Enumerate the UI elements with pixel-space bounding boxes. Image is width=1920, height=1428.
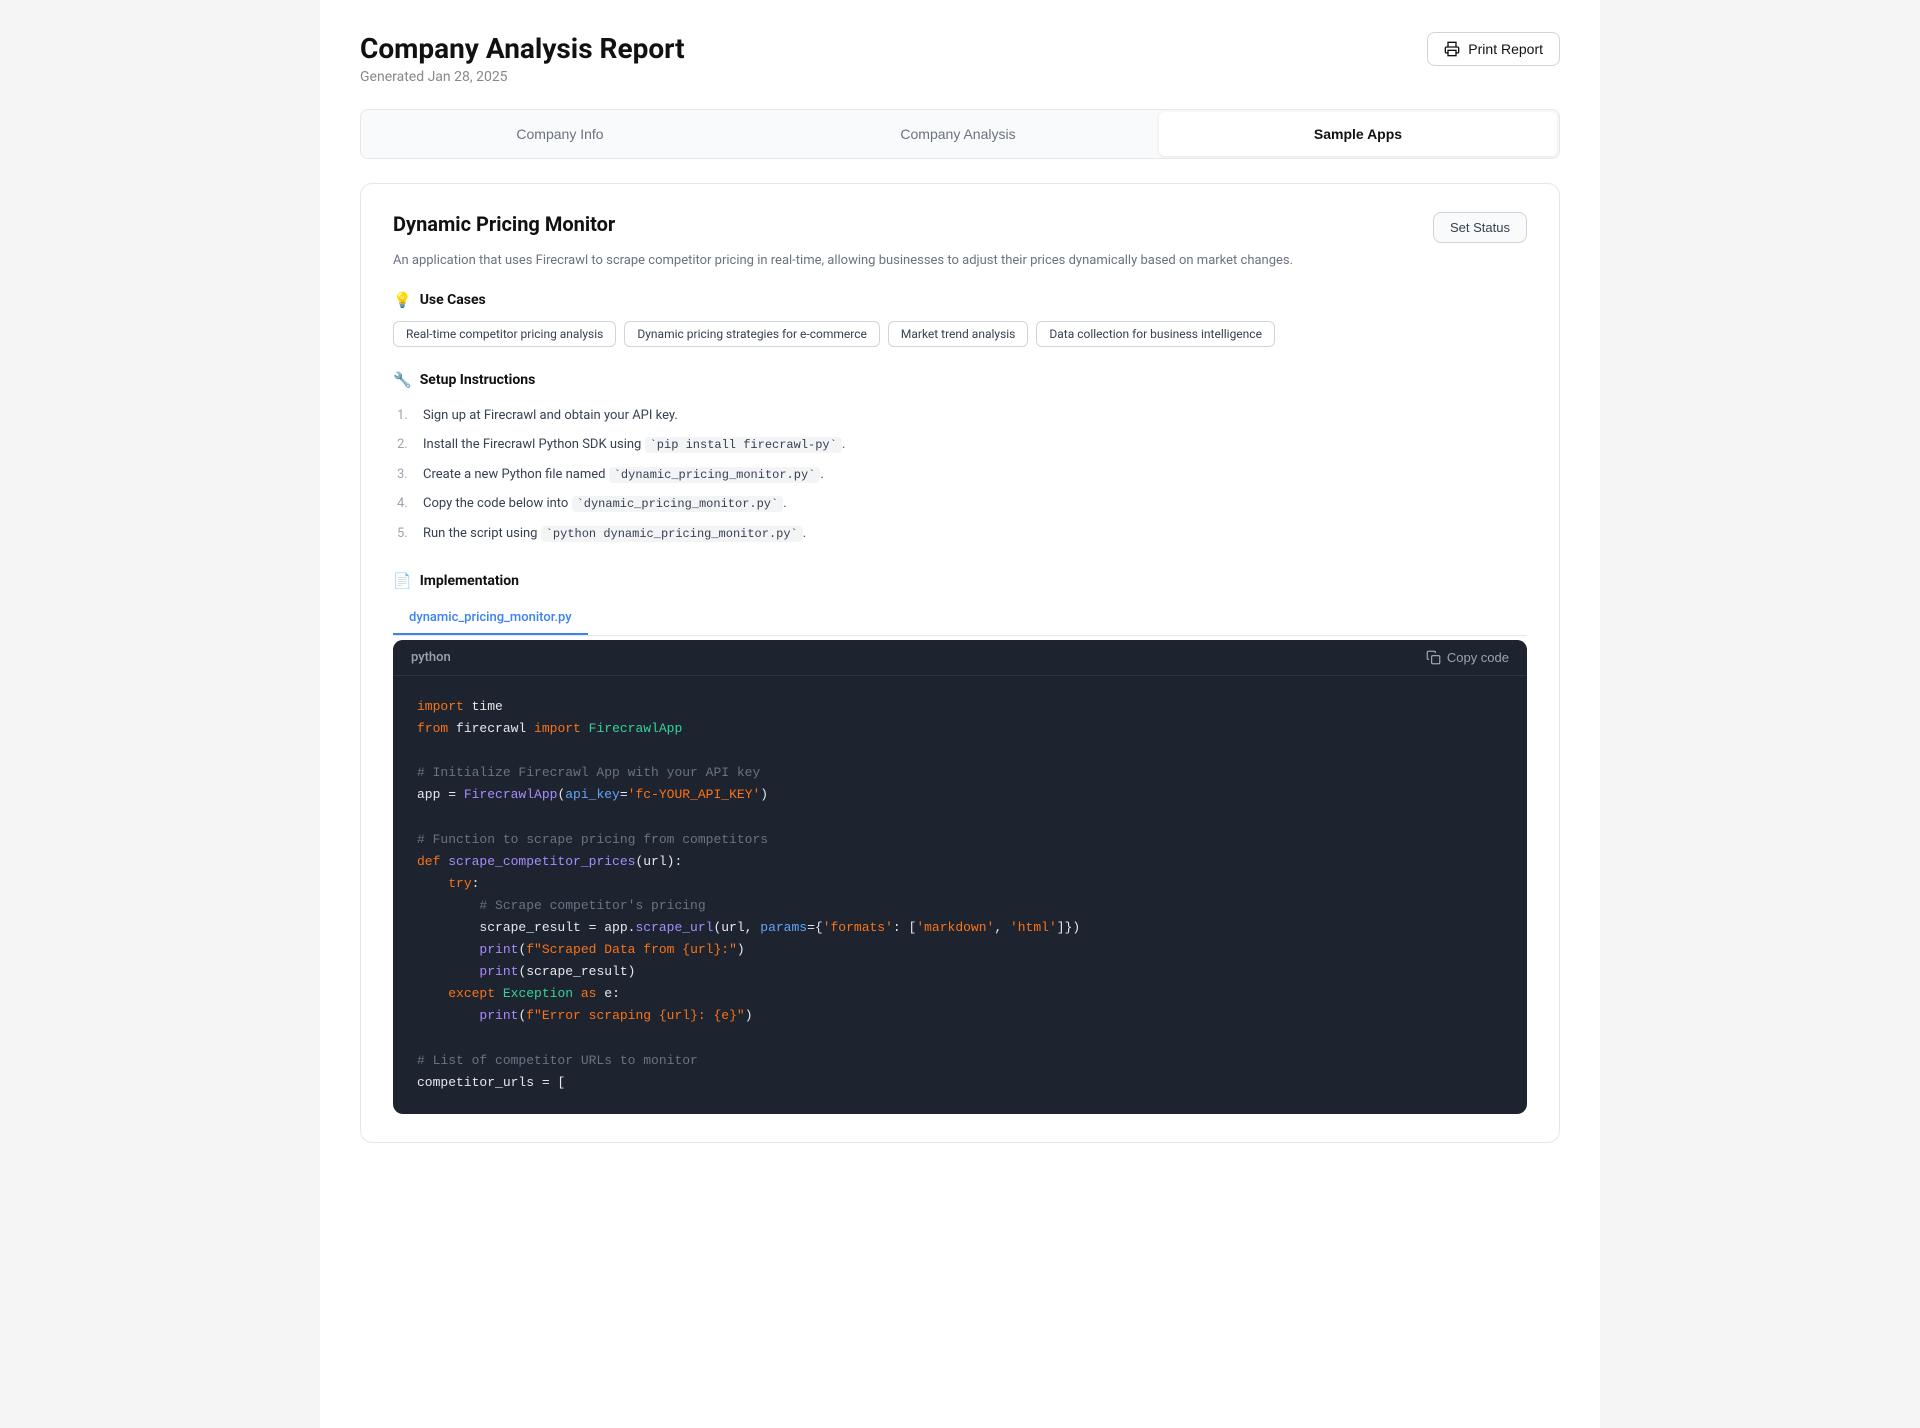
file-tab-bar: dynamic_pricing_monitor.py bbox=[393, 602, 1527, 636]
code-header: python Copy code bbox=[393, 640, 1527, 676]
setup-section: 🔧 Setup Instructions 1. Sign up at Firec… bbox=[393, 371, 1527, 549]
copy-label: Copy code bbox=[1447, 650, 1509, 665]
setup-step-3: 3. Create a new Python file named `dynam… bbox=[397, 460, 1527, 490]
use-case-tag: Real-time competitor pricing analysis bbox=[393, 321, 616, 347]
tab-company-analysis[interactable]: Company Analysis bbox=[759, 110, 1157, 158]
print-report-button[interactable]: Print Report bbox=[1427, 32, 1560, 66]
setup-step-1: 1. Sign up at Firecrawl and obtain your … bbox=[397, 401, 1527, 431]
report-title: Company Analysis Report bbox=[360, 32, 685, 65]
app-description: An application that uses Firecrawl to sc… bbox=[393, 251, 1527, 271]
tab-sample-apps[interactable]: Sample Apps bbox=[1159, 112, 1557, 156]
wrench-icon: 🔧 bbox=[393, 371, 412, 389]
impl-section: 📄 Implementation dynamic_pricing_monitor… bbox=[393, 572, 1527, 1114]
app-title: Dynamic Pricing Monitor bbox=[393, 212, 615, 236]
set-status-button[interactable]: Set Status bbox=[1433, 212, 1527, 243]
impl-label: Implementation bbox=[420, 573, 519, 589]
lightbulb-icon: 💡 bbox=[393, 291, 412, 309]
file-tab[interactable]: dynamic_pricing_monitor.py bbox=[393, 602, 588, 635]
code-language: python bbox=[411, 650, 451, 665]
setup-list: 1. Sign up at Firecrawl and obtain your … bbox=[393, 401, 1527, 549]
use-cases-heading: 💡 Use Cases bbox=[393, 291, 1527, 309]
setup-step-2: 2. Install the Firecrawl Python SDK usin… bbox=[397, 430, 1527, 460]
print-label: Print Report bbox=[1468, 41, 1543, 57]
use-case-tag: Dynamic pricing strategies for e-commerc… bbox=[624, 321, 880, 347]
printer-icon bbox=[1444, 41, 1460, 57]
impl-heading: 📄 Implementation bbox=[393, 572, 1527, 590]
main-card: Dynamic Pricing Monitor Set Status An ap… bbox=[360, 183, 1560, 1143]
tab-company-info[interactable]: Company Info bbox=[361, 110, 759, 158]
copy-icon bbox=[1426, 650, 1441, 665]
use-cases-list: Real-time competitor pricing analysis Dy… bbox=[393, 321, 1527, 347]
file-icon: 📄 bbox=[393, 572, 412, 590]
use-case-tag: Data collection for business intelligenc… bbox=[1036, 321, 1275, 347]
use-cases-label: Use Cases bbox=[420, 292, 486, 308]
setup-heading: 🔧 Setup Instructions bbox=[393, 371, 1527, 389]
tab-bar: Company Info Company Analysis Sample App… bbox=[360, 109, 1560, 159]
header-left: Company Analysis Report Generated Jan 28… bbox=[360, 32, 685, 85]
page-header: Company Analysis Report Generated Jan 28… bbox=[360, 32, 1560, 85]
app-header-row: Dynamic Pricing Monitor Set Status bbox=[393, 212, 1527, 243]
copy-code-button[interactable]: Copy code bbox=[1426, 650, 1509, 665]
report-subtitle: Generated Jan 28, 2025 bbox=[360, 69, 685, 85]
code-content: import time from firecrawl import Firecr… bbox=[393, 676, 1527, 1114]
setup-step-5: 5. Run the script using `python dynamic_… bbox=[397, 519, 1527, 549]
use-case-tag: Market trend analysis bbox=[888, 321, 1029, 347]
setup-step-4: 4. Copy the code below into `dynamic_pri… bbox=[397, 489, 1527, 519]
code-block: python Copy code import time from firecr… bbox=[393, 640, 1527, 1114]
setup-label: Setup Instructions bbox=[420, 372, 536, 388]
